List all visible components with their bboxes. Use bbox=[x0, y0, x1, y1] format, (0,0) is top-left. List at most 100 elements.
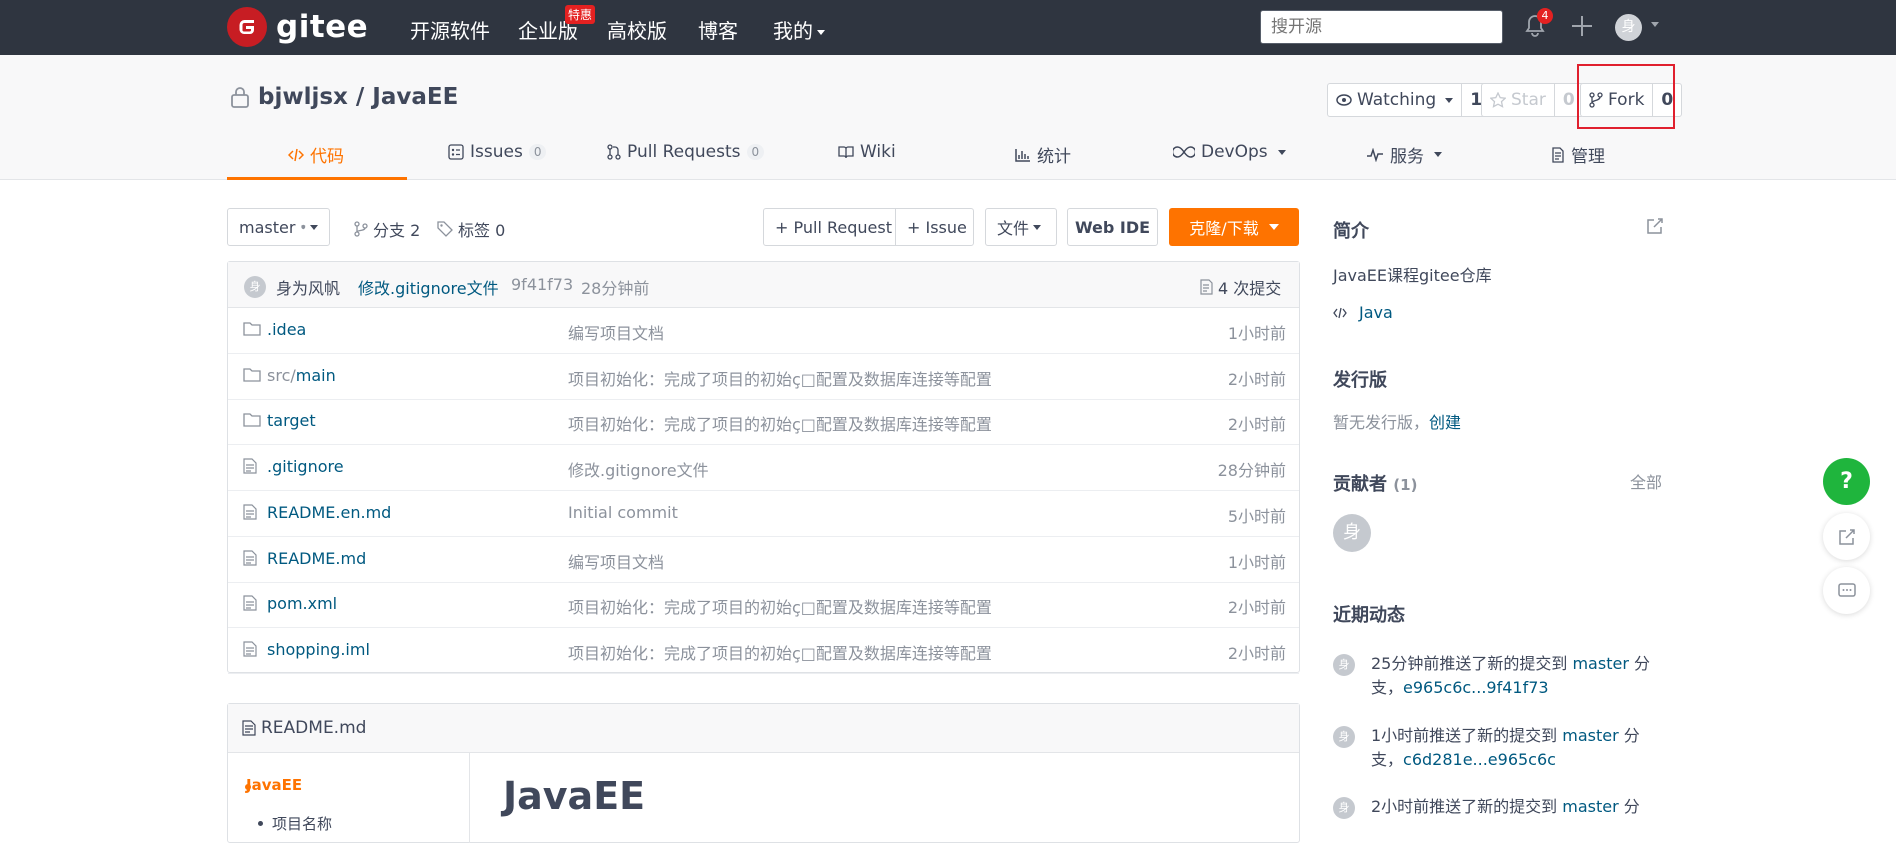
file-row[interactable]: .idea 编写项目文档 1小时前 bbox=[228, 308, 1299, 354]
file-row[interactable]: src/main 项目初始化：完成了项目的初始ç□配置及数据库连接等配置 2小时前 bbox=[228, 354, 1299, 400]
commit-author[interactable]: 身为风帆 bbox=[276, 275, 340, 299]
commit-avatar[interactable]: 身 bbox=[244, 276, 266, 298]
file-commit-message[interactable]: 项目初始化：完成了项目的初始ç□配置及数据库连接等配置 bbox=[568, 411, 992, 435]
activity-avatar[interactable]: 身 bbox=[1333, 797, 1355, 819]
tab-wiki-label: Wiki bbox=[860, 142, 896, 162]
commit-sha[interactable]: 9f41f73 bbox=[511, 275, 573, 294]
file-commit-time: 2小时前 bbox=[1227, 415, 1286, 435]
file-name[interactable]: target bbox=[267, 411, 316, 430]
file-name[interactable]: shopping.iml bbox=[267, 640, 370, 659]
activity-commit-range[interactable]: c6d281e...e965c6c bbox=[1403, 750, 1556, 769]
file-commit-message[interactable]: 修改.gitignore文件 bbox=[568, 457, 709, 481]
activity-branch[interactable]: master bbox=[1572, 654, 1628, 673]
share-button[interactable] bbox=[1823, 513, 1870, 560]
tag-icon bbox=[437, 221, 453, 237]
releases-text: 暂无发行版，创建 bbox=[1333, 409, 1461, 433]
create-release-link[interactable]: 创建 bbox=[1429, 413, 1461, 432]
hot-badge: 特惠 bbox=[565, 5, 596, 24]
file-name[interactable]: src/main bbox=[267, 366, 336, 385]
file-row[interactable]: README.en.md Initial commit 5小时前 bbox=[228, 491, 1299, 537]
file-commit-message[interactable]: 项目初始化：完成了项目的初始ç□配置及数据库连接等配置 bbox=[568, 366, 992, 390]
gitee-logo[interactable]: gitee bbox=[227, 7, 368, 47]
file-commit-message[interactable]: Initial commit bbox=[568, 503, 678, 522]
nav-university[interactable]: 高校版 bbox=[607, 15, 667, 44]
file-name-text: .idea bbox=[267, 320, 307, 339]
nav-mine[interactable]: 我的 bbox=[773, 15, 825, 44]
commit-message[interactable]: 修改.gitignore文件 bbox=[358, 275, 499, 299]
tab-wiki[interactable]: Wiki bbox=[838, 142, 896, 162]
tab-devops[interactable]: DevOps bbox=[1173, 142, 1286, 162]
file-commit-message[interactable]: 项目初始化：完成了项目的初始ç□配置及数据库连接等配置 bbox=[568, 594, 992, 618]
file-commit-message[interactable]: 编写项目文档 bbox=[568, 320, 664, 344]
readme-toc: JavaEE 项目名称 bbox=[228, 753, 470, 843]
file-commit-time: 2小时前 bbox=[1227, 598, 1286, 618]
file-name-text: main bbox=[295, 365, 336, 385]
language-link[interactable]: Java bbox=[1333, 303, 1393, 322]
file-name[interactable]: README.en.md bbox=[267, 503, 391, 522]
file-row[interactable]: .gitignore 修改.gitignore文件 28分钟前 bbox=[228, 445, 1299, 492]
nav-blog[interactable]: 博客 bbox=[698, 15, 738, 44]
file-icon bbox=[243, 504, 257, 520]
activity-avatar[interactable]: 身 bbox=[1333, 726, 1355, 748]
toc-item[interactable]: JavaEE bbox=[244, 776, 302, 794]
file-row[interactable]: shopping.iml 项目初始化：完成了项目的初始ç□配置及数据库连接等配置 2… bbox=[228, 628, 1299, 674]
tab-services[interactable]: 服务 bbox=[1366, 142, 1442, 167]
tab-statistics[interactable]: 统计 bbox=[1015, 142, 1071, 167]
tab-statistics-label: 统计 bbox=[1037, 147, 1071, 167]
share-icon bbox=[1838, 528, 1855, 545]
file-row[interactable]: pom.xml 项目初始化：完成了项目的初始ç□配置及数据库连接等配置 2小时前 bbox=[228, 582, 1299, 629]
new-issue-button[interactable]: + Issue bbox=[895, 208, 974, 246]
tab-code[interactable]: 代码 bbox=[288, 142, 344, 167]
file-name[interactable]: pom.xml bbox=[267, 594, 337, 613]
repo-title[interactable]: bjwljsx / JavaEE bbox=[258, 84, 458, 110]
activity-commit-range[interactable]: e965c6c...9f41f73 bbox=[1403, 678, 1549, 697]
activity-suffix: 分 bbox=[1623, 726, 1640, 745]
search-input[interactable] bbox=[1260, 10, 1503, 44]
file-row[interactable]: target 项目初始化：完成了项目的初始ç□配置及数据库连接等配置 2小时前 bbox=[228, 399, 1299, 446]
branches-link[interactable]: 分支 2 bbox=[354, 217, 420, 241]
user-avatar[interactable]: 身 bbox=[1615, 14, 1642, 41]
file-commit-time: 1小时前 bbox=[1227, 324, 1286, 343]
activity-text: 支， bbox=[1371, 678, 1404, 697]
help-button[interactable]: ? bbox=[1823, 458, 1870, 505]
activity-avatar[interactable]: 身 bbox=[1333, 654, 1355, 676]
file-row[interactable]: README.md 编写项目文档 1小时前 bbox=[228, 537, 1299, 583]
tags-link[interactable]: 标签 0 bbox=[437, 217, 505, 241]
file-menu-button[interactable]: 文件 bbox=[985, 208, 1057, 246]
chevron-down-icon bbox=[1277, 149, 1286, 155]
edit-icon[interactable] bbox=[1646, 217, 1664, 235]
file-name[interactable]: README.md bbox=[267, 549, 366, 568]
file-name[interactable]: .idea bbox=[267, 320, 306, 339]
watch-button[interactable]: Watching 1 bbox=[1327, 83, 1492, 117]
file-commit-time: 5小时前 bbox=[1227, 506, 1286, 526]
web-ide-button[interactable]: Web IDE bbox=[1067, 208, 1158, 246]
tab-issues[interactable]: Issues 0 bbox=[448, 142, 547, 162]
chat-button[interactable] bbox=[1823, 567, 1870, 614]
activity-branch[interactable]: master bbox=[1562, 726, 1618, 745]
contributors-all-link[interactable]: 全部 bbox=[1630, 469, 1662, 493]
plus-icon[interactable] bbox=[1570, 14, 1594, 38]
new-pull-request-button[interactable]: + Pull Request bbox=[763, 208, 896, 246]
file-commit-message[interactable]: 编写项目文档 bbox=[568, 549, 664, 573]
fork-highlight-box bbox=[1577, 64, 1675, 129]
chevron-down-icon bbox=[817, 30, 825, 35]
star-button[interactable]: Star 0 bbox=[1481, 83, 1584, 117]
clone-download-button[interactable]: 克隆/下载 bbox=[1169, 208, 1299, 246]
branch-select[interactable]: master bbox=[227, 208, 330, 246]
tab-pull-requests[interactable]: Pull Requests 0 bbox=[607, 142, 765, 162]
tab-manage[interactable]: 管理 bbox=[1551, 142, 1605, 167]
activity-branch[interactable]: master bbox=[1562, 797, 1618, 816]
chat-icon bbox=[1837, 582, 1856, 597]
file-commit-message[interactable]: 项目初始化：完成了项目的初始ç□配置及数据库连接等配置 bbox=[568, 640, 992, 664]
contributor-avatar[interactable]: 身 bbox=[1333, 514, 1371, 552]
commit-count-link[interactable]: 4 次提交 bbox=[1200, 275, 1281, 299]
readme-header: README.md bbox=[228, 704, 1299, 753]
folder-icon bbox=[243, 367, 261, 383]
avatar-chevron-down-icon[interactable] bbox=[1651, 22, 1659, 27]
file-name[interactable]: .gitignore bbox=[267, 457, 344, 476]
nav-open-source[interactable]: 开源软件 bbox=[410, 15, 490, 44]
branches-label: 分支 2 bbox=[373, 221, 421, 240]
releases-title: 发行版 bbox=[1333, 370, 1387, 391]
tab-devops-label: DevOps bbox=[1201, 142, 1268, 162]
file-commit-time: 2小时前 bbox=[1227, 369, 1286, 389]
